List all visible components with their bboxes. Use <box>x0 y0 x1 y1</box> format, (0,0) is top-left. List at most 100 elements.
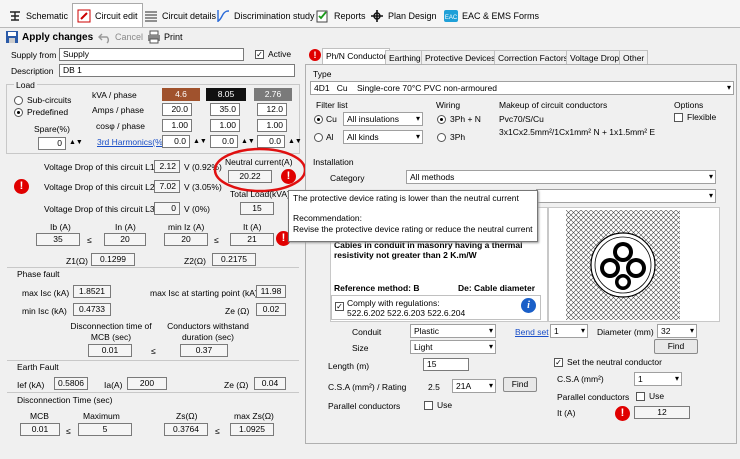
tab-voltage-drop[interactable]: Voltage Drop <box>566 50 624 65</box>
print-button[interactable]: Print <box>147 30 183 44</box>
print-label: Print <box>164 32 183 42</box>
neutral-parallel-label: Parallel conductors <box>557 392 630 402</box>
category-select[interactable]: All methods <box>406 170 716 184</box>
ze-label: Ze (Ω) <box>225 306 250 316</box>
ib-le-symbol: ≤ <box>87 235 92 245</box>
neutral-parallel-checkbox[interactable] <box>636 392 645 401</box>
tab-eac-ems-forms[interactable]: EAC EAC & EMS Forms <box>440 5 543 26</box>
sub-circuits-radio[interactable] <box>14 96 23 105</box>
harm-l1-spin-icon[interactable]: ▲▼ <box>193 136 207 147</box>
disconnection-time-label: Disconnection time of MCB (sec) <box>70 321 152 342</box>
svg-text:EAC: EAC <box>445 15 458 21</box>
diameter-select[interactable]: 32 <box>657 324 697 338</box>
flexible-checkbox[interactable] <box>674 113 683 122</box>
spare-spin-icon[interactable]: ▲▼ <box>69 137 83 148</box>
bend-set-link[interactable]: Bend set <box>515 327 549 338</box>
options-title: Options <box>674 100 704 110</box>
third-harmonics-link[interactable]: 3rd Harmonics(%) <box>97 137 166 148</box>
cosphi-l2-field[interactable]: 1.00 <box>210 119 240 132</box>
length-field[interactable]: 15 <box>423 358 469 371</box>
max-isc-start-label: max Isc at starting point (kA) <box>150 288 258 298</box>
reference-method-label: Reference method: B <box>334 283 420 293</box>
tab-plan-design[interactable]: Plan Design <box>366 5 441 26</box>
csa-find-button[interactable]: Find <box>503 377 537 392</box>
comply-refs: 522.6.202 522.6.203 522.6.204 <box>347 308 466 318</box>
neutral-it-label: It (A) <box>557 408 576 418</box>
conduit-select[interactable]: Plastic <box>410 324 496 338</box>
conductor-tab-error-icon: ! <box>309 49 321 61</box>
al-radio[interactable] <box>314 133 323 142</box>
comply-checkbox[interactable]: ✓ <box>335 302 344 311</box>
min-isc-field: 0.4733 <box>73 303 111 316</box>
spare-label: Spare(%) <box>34 124 70 134</box>
z1-label: Z1(Ω) <box>66 256 88 266</box>
disconnection-divider <box>7 392 299 393</box>
type-select[interactable]: 4D1 Cu Single-core 70°C PVC non-armoured <box>310 81 734 95</box>
max-isc-label: max Isc (kA) <box>22 288 70 298</box>
method-select[interactable] <box>536 189 716 203</box>
supply-from-field[interactable]: Supply <box>59 48 244 61</box>
main-tab-bar: Schematic Circuit edit Circuit details D… <box>0 0 740 28</box>
predefined-radio[interactable] <box>14 108 23 117</box>
earth-ze-field: 0.04 <box>254 377 286 390</box>
wiring-3ph-label: 3Ph <box>450 132 466 142</box>
cosphi-label: cosφ / phase <box>96 121 145 131</box>
active-checkbox[interactable]: ✓ <box>255 50 264 59</box>
amps-l3-field[interactable]: 12.0 <box>257 103 287 116</box>
withstand-duration-label: Conductors withstand duration (sec) <box>167 321 249 342</box>
spare-field[interactable]: 0 <box>38 137 66 150</box>
ia-field: 200 <box>127 377 167 390</box>
cancel-label: Cancel <box>115 32 144 42</box>
tab-reports[interactable]: Reports <box>312 5 370 26</box>
wiring-title: Wiring <box>436 100 461 110</box>
ib-label: Ib (A) <box>50 222 71 232</box>
installation-find-button[interactable]: Find <box>654 339 698 354</box>
tab-correction-factors[interactable]: Correction Factors <box>494 50 572 65</box>
cable-diameter-label: De: Cable diameter <box>458 283 535 293</box>
rating-select[interactable]: 21A <box>452 379 496 393</box>
tab-schematic[interactable]: Schematic <box>4 5 72 26</box>
makeup-line2: 3x1Cx2.5mm²/1Cx1mm² N + 1x1.5mm² E <box>499 127 656 137</box>
ze-field: 0.02 <box>256 303 286 316</box>
kva-label: kVA / phase <box>92 90 137 100</box>
kva-l2-field: 8.05 <box>206 88 246 101</box>
tab-other[interactable]: Other <box>619 50 649 65</box>
vdrop-error-icon[interactable]: ! <box>14 179 29 194</box>
flexible-label: Flexible <box>687 112 717 122</box>
wiring-3ph-radio[interactable] <box>437 133 446 142</box>
amps-label: Amps / phase <box>92 105 144 115</box>
phase-fault-divider <box>7 267 299 268</box>
parallel-use-checkbox[interactable] <box>424 401 433 410</box>
type-title: Type <box>313 69 332 79</box>
harm-l1-field[interactable]: 0.0 <box>162 135 190 148</box>
kinds-select[interactable]: All kinds <box>343 130 423 144</box>
neutral-it-error-icon[interactable]: ! <box>615 406 630 421</box>
tab-circuit-details[interactable]: Circuit details <box>140 5 220 26</box>
it-field: 21 <box>230 233 274 246</box>
apply-changes-button[interactable]: Apply changes <box>5 30 93 44</box>
toolbar: Apply changes Cancel Print <box>0 29 305 45</box>
description-field[interactable]: DB 1 <box>59 64 295 77</box>
neutral-csa-select[interactable]: 1 <box>634 372 682 386</box>
tab-protective-devices[interactable]: Protective Devices <box>421 50 500 65</box>
cosphi-l1-field[interactable]: 1.00 <box>162 119 192 132</box>
cu-radio[interactable] <box>314 115 323 124</box>
amps-l1-field[interactable]: 20.0 <box>162 103 192 116</box>
size-select[interactable]: Light <box>410 340 496 354</box>
tab-discrimination-study[interactable]: Discrimination study <box>212 5 319 26</box>
tab-earthing[interactable]: Earthing <box>385 50 425 65</box>
cosphi-l3-field[interactable]: 1.00 <box>257 119 287 132</box>
bend-select[interactable]: 1 <box>550 324 588 338</box>
amps-l2-field[interactable]: 35.0 <box>210 103 240 116</box>
info-icon[interactable]: i <box>521 298 536 313</box>
insulation-select[interactable]: All insulations <box>343 112 423 126</box>
cancel-button[interactable]: Cancel <box>98 30 143 44</box>
iz-label: min Iz (A) <box>168 222 205 232</box>
set-neutral-checkbox[interactable]: ✓ <box>554 358 563 367</box>
warning-tooltip: The protective device rating is lower th… <box>288 190 538 242</box>
tab-ph-n-conductor[interactable]: Ph/N Conductor <box>322 48 391 65</box>
method-description: Cables in conduit in masonry having a th… <box>334 240 523 260</box>
earth-fault-divider <box>7 360 299 361</box>
wiring-3phn-radio[interactable] <box>437 115 446 124</box>
tab-circuit-edit[interactable]: Circuit edit <box>72 3 143 27</box>
